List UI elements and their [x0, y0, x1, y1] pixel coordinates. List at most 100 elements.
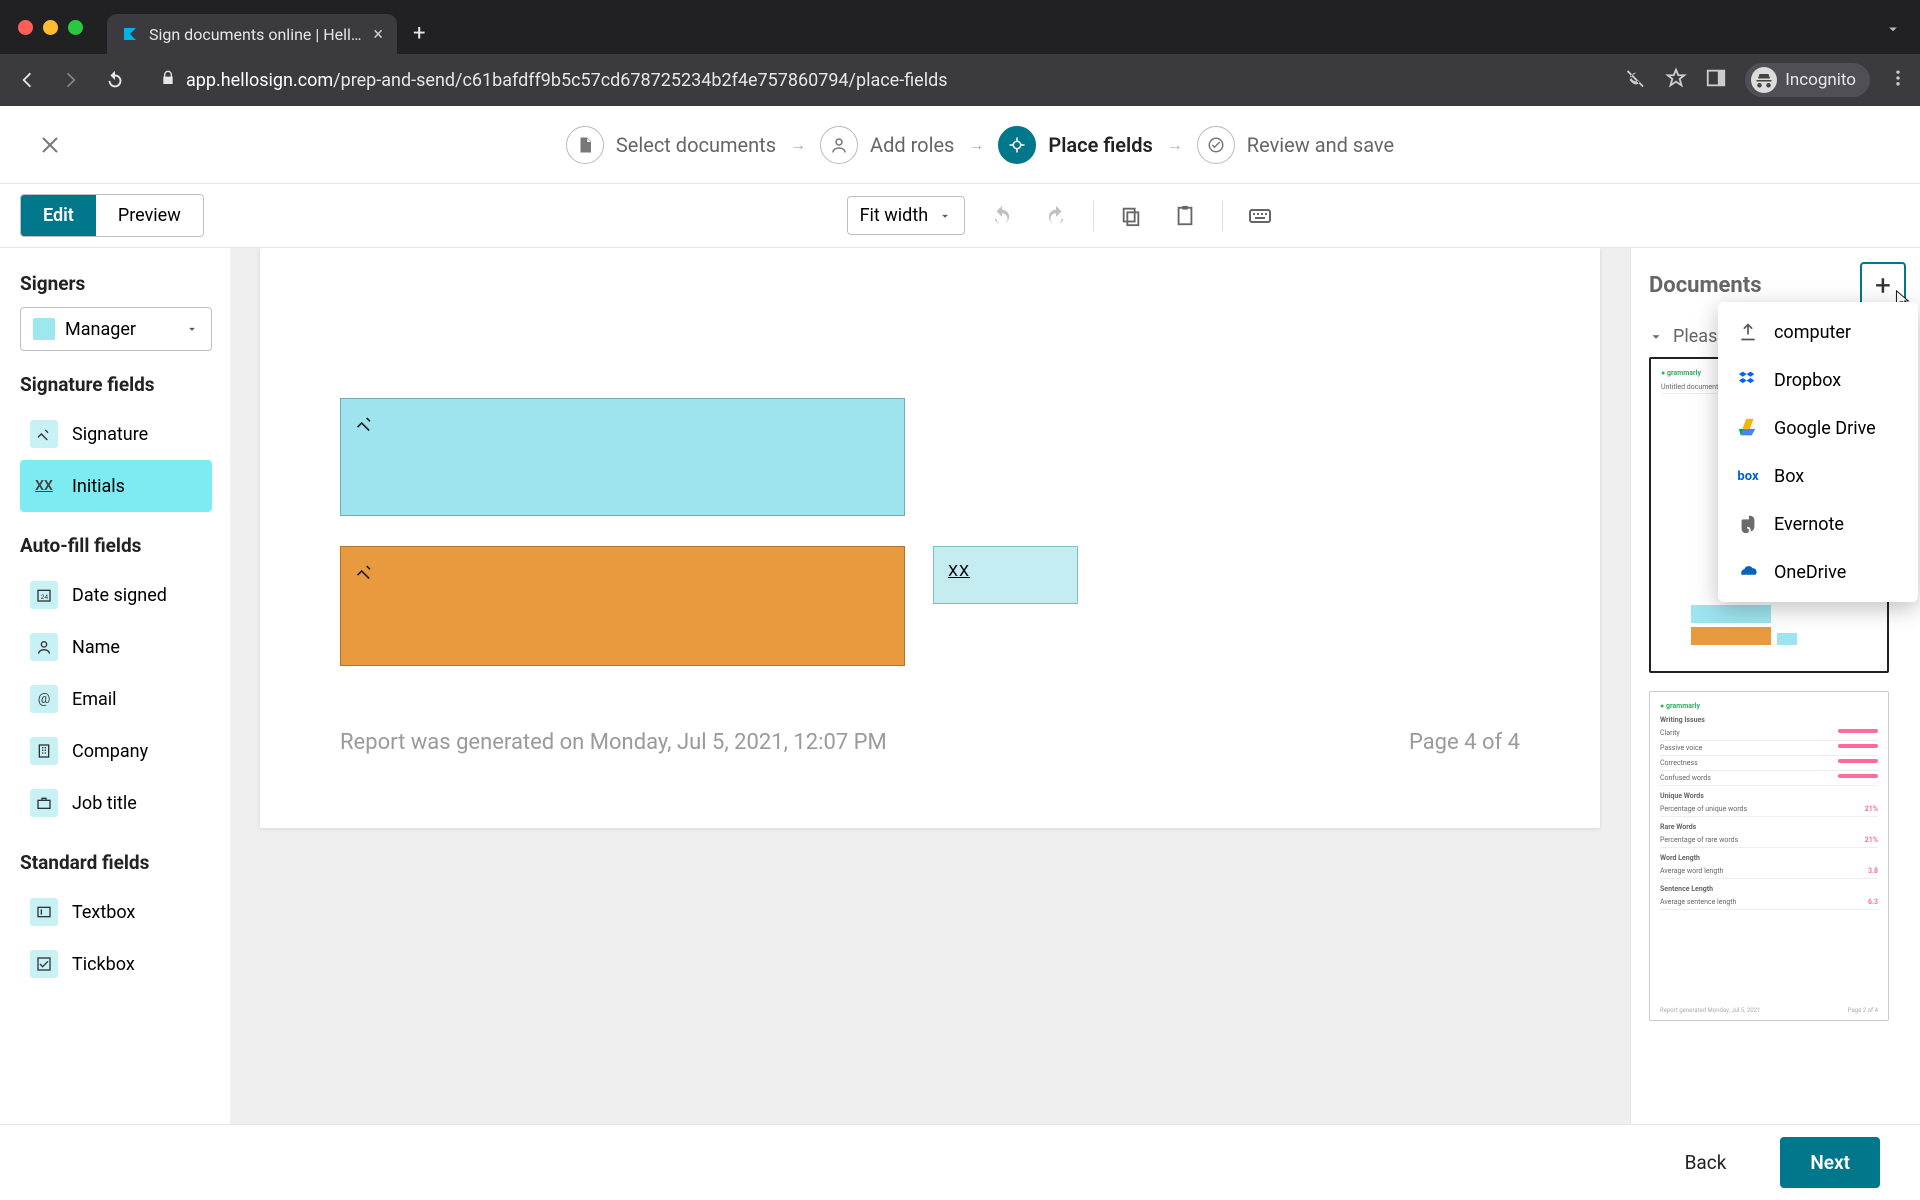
initials-icon: XX [30, 472, 58, 500]
svg-text:24: 24 [41, 593, 49, 601]
signers-heading: Signers [20, 272, 212, 295]
field-textbox[interactable]: Textbox [20, 886, 212, 938]
building-icon [30, 737, 58, 765]
url-field[interactable]: app.hellosign.com/prep-and-send/c61bafdf… [144, 60, 1611, 100]
minimize-window-button[interactable] [43, 20, 58, 35]
document-page[interactable]: XX Report was generated on Monday, Jul 5… [260, 248, 1600, 828]
chevron-right-icon: → [790, 135, 806, 155]
reload-button[interactable] [100, 65, 130, 95]
upload-google-drive[interactable]: Google Drive [1718, 404, 1918, 452]
checkbox-icon [30, 950, 58, 978]
upload-box[interactable]: box Box [1718, 452, 1918, 500]
zoom-select[interactable]: Fit width [847, 196, 966, 235]
side-panel-icon[interactable] [1705, 67, 1727, 93]
chevron-down-icon [185, 322, 199, 336]
textbox-icon [30, 898, 58, 926]
field-initials[interactable]: XX Initials [20, 460, 212, 512]
at-sign-icon: @ [30, 685, 58, 713]
maximize-window-button[interactable] [68, 20, 83, 35]
briefcase-icon [30, 789, 58, 817]
main-area: Signers Manager Signature fields Signatu… [0, 248, 1920, 1124]
field-signature[interactable]: Signature [20, 408, 212, 460]
browser-tab[interactable]: Sign documents online | HelloS × [107, 14, 397, 54]
browser-tab-strip: Sign documents online | HelloS × + [0, 0, 1920, 54]
field-date-signed[interactable]: 24 Date signed [20, 569, 212, 621]
upload-evernote[interactable]: Evernote [1718, 500, 1918, 548]
upload-onedrive[interactable]: OneDrive [1718, 548, 1918, 596]
page-thumbnail-2[interactable]: ● grammarly Writing IssuesClarityPassive… [1649, 691, 1889, 1021]
page-number: Page 4 of 4 [1409, 730, 1520, 755]
close-tab-icon[interactable]: × [373, 24, 383, 45]
autofill-heading: Auto-fill fields [20, 534, 212, 557]
window-controls [18, 20, 83, 35]
lock-icon [160, 70, 176, 90]
close-editor-button[interactable] [30, 125, 70, 165]
tab-favicon [121, 25, 139, 43]
forward-button [56, 65, 86, 95]
upload-computer[interactable]: computer [1718, 308, 1918, 356]
page-footer: Report was generated on Monday, Jul 5, 2… [340, 730, 1520, 755]
kebab-menu-icon[interactable] [1888, 68, 1908, 92]
signer-select[interactable]: Manager [20, 307, 212, 351]
evernote-icon [1736, 512, 1760, 536]
check-circle-icon [1197, 126, 1235, 164]
document-icon [566, 126, 604, 164]
bookmark-star-icon[interactable] [1665, 67, 1687, 93]
address-bar: app.hellosign.com/prep-and-send/c61bafdf… [0, 54, 1920, 106]
new-tab-button[interactable]: + [413, 21, 425, 46]
caret-down-icon [1649, 330, 1663, 344]
close-window-button[interactable] [18, 20, 33, 35]
back-button[interactable]: Back [1655, 1137, 1757, 1188]
dropbox-icon [1736, 368, 1760, 392]
chevron-down-icon [938, 209, 952, 223]
upload-source-menu: computer Dropbox Google Drive box Box Ev… [1718, 302, 1918, 602]
pen-icon [355, 413, 375, 437]
person-icon [820, 126, 858, 164]
edit-tab[interactable]: Edit [21, 195, 96, 236]
signature-fields-heading: Signature fields [20, 373, 212, 396]
target-icon [998, 126, 1036, 164]
placed-signature-field-2[interactable] [340, 546, 905, 666]
next-button[interactable]: Next [1780, 1137, 1880, 1188]
field-name[interactable]: Name [20, 621, 212, 673]
canvas[interactable]: XX Report was generated on Monday, Jul 5… [230, 248, 1630, 1124]
right-panel: Documents + computer Dropbox [1630, 248, 1920, 1124]
left-panel: Signers Manager Signature fields Signatu… [0, 248, 230, 1124]
copy-button[interactable] [1114, 199, 1148, 233]
incognito-icon [1751, 67, 1777, 93]
initials-label: XX [948, 561, 970, 580]
onedrive-icon [1736, 560, 1760, 584]
eye-off-icon[interactable] [1625, 67, 1647, 93]
field-tickbox[interactable]: Tickbox [20, 938, 212, 990]
upload-icon [1736, 320, 1760, 344]
preview-tab[interactable]: Preview [96, 195, 203, 236]
calendar-icon: 24 [30, 581, 58, 609]
google-drive-icon [1736, 416, 1760, 440]
step-review-save[interactable]: Review and save [1197, 126, 1394, 164]
stepper: Select documents → Add roles → Place fie… [70, 126, 1890, 164]
back-button[interactable] [12, 65, 42, 95]
box-icon: box [1736, 464, 1760, 488]
keyboard-icon[interactable] [1243, 199, 1277, 233]
placed-initials-field[interactable]: XX [933, 546, 1078, 604]
step-select-documents[interactable]: Select documents [566, 126, 776, 164]
field-job-title[interactable]: Job title [20, 777, 212, 829]
upload-dropbox[interactable]: Dropbox [1718, 356, 1918, 404]
placed-signature-field-1[interactable] [340, 398, 905, 516]
standard-fields-heading: Standard fields [20, 851, 212, 874]
field-email[interactable]: @ Email [20, 673, 212, 725]
incognito-chip[interactable]: Incognito [1745, 63, 1870, 97]
stepper-bar: Select documents → Add roles → Place fie… [0, 106, 1920, 184]
chevron-right-icon: → [1167, 135, 1183, 155]
step-add-roles[interactable]: Add roles [820, 126, 954, 164]
url-text: app.hellosign.com/prep-and-send/c61bafdf… [186, 70, 948, 91]
field-company[interactable]: Company [20, 725, 212, 777]
tab-overflow-icon[interactable] [1884, 20, 1902, 42]
redo-button [1039, 199, 1073, 233]
undo-button [985, 199, 1019, 233]
paste-button[interactable] [1168, 199, 1202, 233]
step-place-fields[interactable]: Place fields [998, 126, 1152, 164]
chevron-right-icon: → [968, 135, 984, 155]
footer-bar: Back Next [0, 1124, 1920, 1200]
person-icon [30, 633, 58, 661]
